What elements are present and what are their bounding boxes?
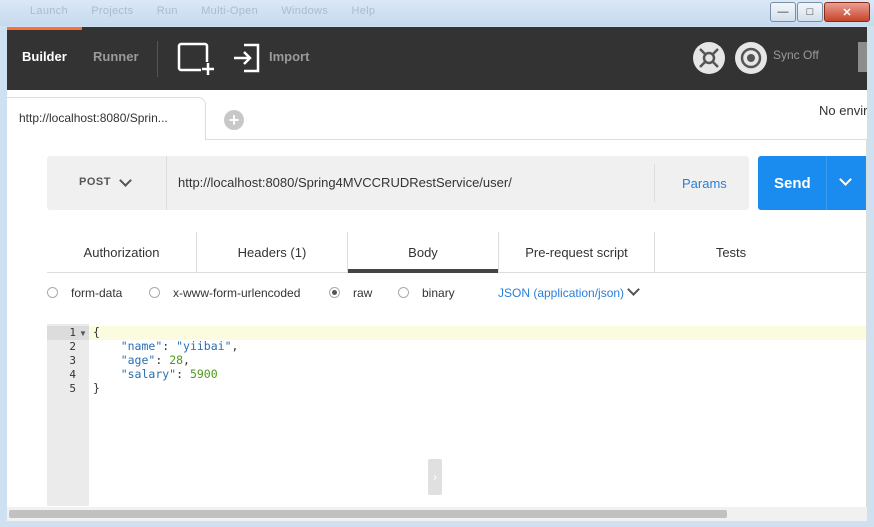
minimize-button[interactable]: — (770, 2, 796, 22)
panel-collapse-handle[interactable]: › (428, 459, 442, 495)
request-tabs-row: http://localhost:8080/Sprin... + No envi… (7, 90, 867, 140)
ghost-menu-item: Launch (30, 5, 68, 17)
url-input[interactable]: http://localhost:8080/Spring4MVCCRUDRest… (178, 175, 512, 190)
code-line: { (93, 325, 100, 339)
fold-arrow-icon[interactable]: ▼ (79, 329, 87, 338)
chevron-down-icon[interactable] (119, 174, 132, 187)
content-type-dropdown[interactable]: JSON (application/json) (498, 286, 624, 300)
window-bottom-edge (0, 521, 874, 527)
new-window-icon[interactable] (177, 42, 215, 76)
line-number: 5 (69, 382, 76, 395)
raw-radio[interactable] (329, 287, 340, 298)
interceptor-icon (699, 48, 719, 68)
active-line-highlight (47, 326, 867, 340)
raw-label[interactable]: raw (353, 286, 372, 300)
urlencoded-radio[interactable] (149, 287, 160, 298)
sync-button[interactable] (735, 42, 767, 74)
top-toolbar: Builder Runner Import Sync Off (7, 27, 867, 90)
form-data-label[interactable]: form-data (71, 286, 122, 300)
chevron-down-icon[interactable] (627, 283, 640, 296)
interceptor-button[interactable] (693, 42, 725, 74)
ghost-menu: Launch Projects Run Multi-Open Windows H… (30, 5, 395, 17)
code-editor[interactable]: 1 ▼ 2 3 4 5 { "name": "yiibai", "age": 2… (47, 324, 867, 506)
line-number: 1 (69, 326, 76, 339)
json-key: "salary" (120, 367, 177, 381)
params-divider (654, 164, 655, 202)
send-divider (826, 156, 827, 210)
import-button[interactable]: Import (269, 49, 309, 64)
line-number: 4 (69, 368, 76, 381)
json-key: "name" (120, 339, 163, 353)
add-tab-button[interactable]: + (224, 110, 244, 130)
ghost-menu-item: Multi-Open (201, 5, 258, 17)
request-subtabs: Authorization Headers (1) Body Pre-reque… (47, 232, 867, 273)
title-bar: Launch Projects Run Multi-Open Windows H… (0, 0, 874, 26)
code-brace-open: { (93, 325, 100, 339)
chevron-down-icon[interactable] (839, 173, 852, 186)
ghost-menu-item: Windows (281, 5, 329, 17)
json-number-value: 28 (169, 353, 184, 367)
code-line: } (93, 381, 100, 395)
binary-label[interactable]: binary (422, 286, 455, 300)
sync-icon (740, 47, 762, 69)
sync-status: Sync Off (773, 48, 819, 62)
toolbar-divider (157, 41, 158, 77)
close-window-button[interactable]: ✕ (824, 2, 870, 22)
code-brace-close: } (93, 381, 100, 395)
line-number: 3 (69, 354, 76, 367)
body-type-selector: form-data x-www-form-urlencoded raw bina… (47, 279, 867, 307)
tab-authorization[interactable]: Authorization (47, 232, 196, 272)
json-number-value: 5900 (189, 367, 218, 381)
request-tab-label: http://localhost:8080/Sprin... (19, 111, 168, 125)
code-line: "salary": 5900 (120, 367, 218, 381)
form-data-radio[interactable] (47, 287, 58, 298)
maximize-button[interactable]: □ (797, 2, 823, 22)
code-line: "name": "yiibai", (120, 339, 239, 353)
tab-tests[interactable]: Tests (655, 232, 807, 272)
line-number: 2 (69, 340, 76, 353)
active-mode-indicator (7, 27, 82, 30)
postman-app: Builder Runner Import Sync Off http://lo… (7, 27, 867, 521)
tab-headers[interactable]: Headers (1) (197, 232, 347, 272)
builder-tab[interactable]: Builder (22, 49, 67, 64)
urlencoded-label[interactable]: x-www-form-urlencoded (173, 286, 300, 300)
url-divider (166, 156, 167, 210)
vertical-divider (866, 139, 867, 507)
scrollbar-thumb[interactable] (9, 510, 727, 518)
active-subtab-indicator (348, 269, 498, 273)
params-button[interactable]: Params (682, 176, 727, 191)
ghost-menu-item: Run (156, 5, 178, 17)
application-window: Launch Projects Run Multi-Open Windows H… (0, 0, 874, 527)
ghost-menu-item: Help (351, 5, 376, 17)
json-string-value: "yiibai" (176, 339, 232, 353)
url-bar: POST http://localhost:8080/Spring4MVCCRU… (47, 156, 749, 210)
toolbar-scroll-stub (858, 42, 867, 72)
code-line: "age": 28, (120, 353, 190, 367)
tab-body[interactable]: Body (348, 232, 498, 272)
ghost-menu-item: Projects (91, 5, 134, 17)
runner-tab[interactable]: Runner (93, 49, 139, 64)
import-icon[interactable] (232, 43, 262, 73)
binary-radio[interactable] (398, 287, 409, 298)
tab-pre-request-script[interactable]: Pre-request script (499, 232, 654, 272)
horizontal-scrollbar[interactable] (7, 507, 867, 521)
json-key: "age" (120, 353, 156, 367)
send-label: Send (774, 175, 811, 192)
request-tab[interactable]: http://localhost:8080/Sprin... (7, 97, 206, 140)
environment-selector[interactable]: No envir (819, 103, 867, 118)
send-button[interactable]: Send (758, 156, 867, 210)
method-selector[interactable]: POST (79, 176, 111, 188)
